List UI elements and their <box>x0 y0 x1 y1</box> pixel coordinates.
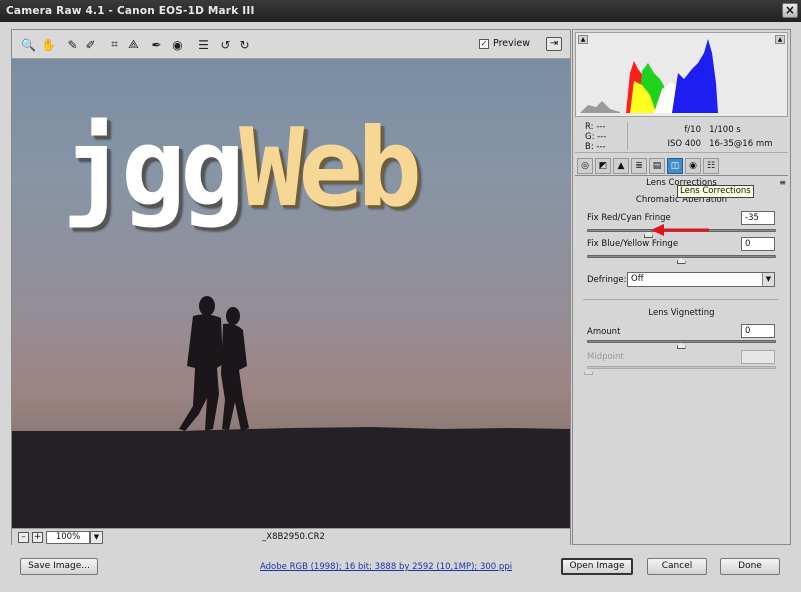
midpoint-field <box>741 350 775 364</box>
blue-value: B: --- <box>585 142 606 152</box>
chevron-down-icon[interactable]: ▼ <box>762 273 774 286</box>
defringe-label: Defringe: <box>587 275 627 285</box>
tab-camera-calibration[interactable]: ◉ <box>685 158 701 174</box>
red-cyan-label: Fix Red/Cyan Fringe <box>587 213 671 223</box>
defringe-select[interactable]: Off ▼ <box>627 272 775 287</box>
section-divider <box>583 299 779 300</box>
tab-detail[interactable]: ▲ <box>613 158 629 174</box>
white-balance-tool-icon[interactable]: ✎ <box>64 36 81 53</box>
crop-tool-icon[interactable]: ⌗ <box>106 36 123 53</box>
midpoint-slider <box>584 366 776 375</box>
fullscreen-toggle-icon[interactable]: ⇥ <box>546 37 562 51</box>
tab-tone-curve[interactable]: ◩ <box>595 158 611 174</box>
tooltip: Lens Corrections <box>677 185 754 198</box>
blue-yellow-slider-thumb[interactable] <box>676 257 686 264</box>
red-value: R: --- <box>585 122 606 132</box>
tab-presets[interactable]: ☷ <box>703 158 719 174</box>
readout-divider <box>627 122 628 150</box>
tab-lens-corrections[interactable]: ◫ <box>667 158 683 174</box>
zoom-in-button[interactable]: + <box>32 532 43 543</box>
midpoint-label: Midpoint <box>587 352 624 362</box>
preferences-icon[interactable]: ☰ <box>195 36 212 53</box>
red-cyan-field[interactable]: -35 <box>741 211 775 225</box>
zoom-level-field[interactable]: 100% <box>46 531 90 544</box>
save-image-button[interactable]: Save Image... <box>20 558 98 575</box>
red-eye-tool-icon[interactable]: ◉ <box>169 36 186 53</box>
done-button[interactable]: Done <box>720 558 780 575</box>
aperture: f/10 <box>684 125 701 135</box>
green-value: G: --- <box>585 132 607 142</box>
image-preview[interactable]: jggWeb <box>12 59 570 528</box>
watermark-text: jggWeb <box>62 115 422 223</box>
preview-checkbox[interactable]: ✓ <box>479 38 490 49</box>
panel-menu-icon[interactable]: ≡ <box>779 178 786 187</box>
iso: ISO 400 <box>667 139 701 149</box>
rotate-left-icon[interactable]: ↺ <box>217 36 234 53</box>
lens-vignetting-heading: Lens Vignetting <box>648 308 715 318</box>
amount-slider-thumb[interactable] <box>676 342 686 349</box>
preview-toggle[interactable]: ✓ Preview <box>479 38 530 49</box>
blue-yellow-label: Fix Blue/Yellow Fringe <box>587 239 679 249</box>
hand-tool-icon[interactable]: ✋ <box>40 36 57 53</box>
preview-pane: 🔍 ✋ ✎ ✐ ⌗ ⟁ ✒ ◉ ☰ ↺ ↻ ✓ Preview ⇥ jggWeb… <box>11 29 571 545</box>
zoom-tool-icon[interactable]: 🔍 <box>20 36 37 53</box>
annotation-arrow-icon <box>651 224 709 236</box>
amount-slider[interactable] <box>587 340 776 349</box>
blue-yellow-field[interactable]: 0 <box>741 237 775 251</box>
midpoint-slider-thumb <box>584 368 593 375</box>
open-image-button[interactable]: Open Image <box>561 558 633 575</box>
chevron-down-icon[interactable]: ▼ <box>90 531 103 544</box>
defringe-value: Off <box>631 274 644 284</box>
file-name: _X8B2950.CR2 <box>262 532 325 542</box>
zoom-out-button[interactable]: – <box>18 532 29 543</box>
straighten-tool-icon[interactable]: ⟁ <box>125 36 142 53</box>
shutter-speed: 1/100 s <box>709 125 741 135</box>
cancel-button[interactable]: Cancel <box>647 558 707 575</box>
window-title: Camera Raw 4.1 - Canon EOS-1D Mark III <box>6 5 255 17</box>
preview-label: Preview <box>493 38 530 49</box>
watermark-jgg: jgg <box>62 106 245 231</box>
ground <box>12 431 570 528</box>
camera-raw-dialog: 🔍 ✋ ✎ ✐ ⌗ ⟁ ✒ ◉ ☰ ↺ ↻ ✓ Preview ⇥ jggWeb… <box>0 22 801 592</box>
blue-yellow-slider[interactable] <box>587 255 776 264</box>
lens-info: 16-35@16 mm <box>709 139 773 149</box>
adjustments-pane: ▲ ▲ R: --- G: --- B: --- f/10 1/100 s IS… <box>572 29 791 545</box>
title-bar: Camera Raw 4.1 - Canon EOS-1D Mark III × <box>0 0 801 22</box>
pixel-readout: R: --- G: --- B: --- f/10 1/100 s ISO 40… <box>575 119 788 153</box>
retouch-tool-icon[interactable]: ✒ <box>148 36 165 53</box>
histogram: ▲ ▲ <box>575 32 788 117</box>
panel-tabs: ◎ ◩ ▲ ≣ ▤ ◫ ◉ ☷ <box>575 156 788 176</box>
tab-split-toning[interactable]: ▤ <box>649 158 665 174</box>
toolbar: 🔍 ✋ ✎ ✐ ⌗ ⟁ ✒ ◉ ☰ ↺ ↻ ✓ Preview ⇥ <box>12 30 570 59</box>
rotate-right-icon[interactable]: ↻ <box>236 36 253 53</box>
amount-field[interactable]: 0 <box>741 324 775 338</box>
tab-basic[interactable]: ◎ <box>577 158 593 174</box>
exif-info: f/10 1/100 s ISO 400 16-35@16 mm <box>651 123 772 151</box>
rgb-readout: R: --- G: --- B: --- <box>585 122 606 152</box>
tab-hsl[interactable]: ≣ <box>631 158 647 174</box>
workflow-options-link[interactable]: Adobe RGB (1998); 16 bit; 3888 by 2592 (… <box>260 562 512 572</box>
amount-label: Amount <box>587 327 621 337</box>
status-bar: – + 100% ▼ _X8B2950.CR2 <box>12 528 570 545</box>
watermark-web: Web <box>239 106 422 231</box>
couple-silhouette <box>179 296 249 431</box>
histogram-graph <box>580 39 718 113</box>
close-button[interactable]: × <box>782 3 798 18</box>
color-sampler-tool-icon[interactable]: ✐ <box>82 36 99 53</box>
